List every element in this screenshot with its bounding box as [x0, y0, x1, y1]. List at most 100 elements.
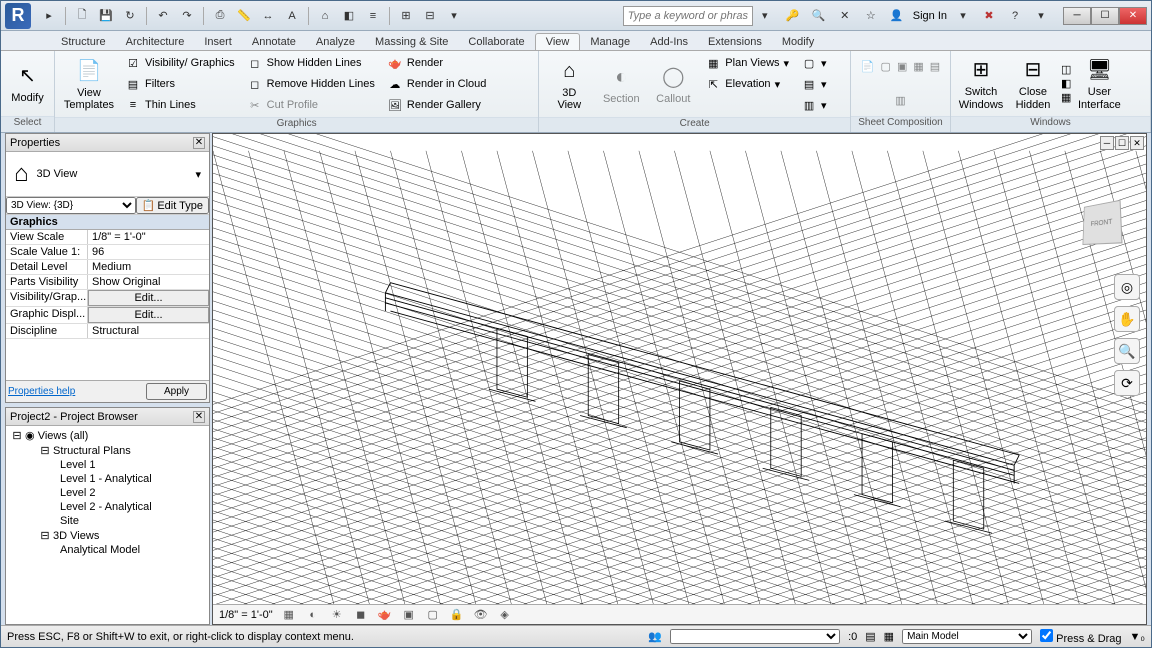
tree-item[interactable]: Analytical Model: [8, 543, 207, 557]
temp-hide-icon[interactable]: 👁: [473, 607, 489, 623]
edit-type-button[interactable]: 📋Edit Type: [136, 197, 209, 214]
undo-icon[interactable]: ↶: [153, 6, 173, 26]
tab-massing-site[interactable]: Massing & Site: [365, 34, 458, 50]
qat-dropdown-icon[interactable]: ▾: [444, 6, 464, 26]
orbit-icon[interactable]: ⟳: [1114, 370, 1140, 396]
elevation-button[interactable]: ⇱Elevation ▾: [701, 74, 793, 94]
view-min-icon[interactable]: ─: [1100, 136, 1114, 150]
3d-icon[interactable]: ⌂: [315, 6, 335, 26]
prop-row[interactable]: Parts VisibilityShow Original: [6, 275, 209, 290]
filters-button[interactable]: ▤Filters: [121, 74, 239, 94]
schedules-button[interactable]: ▥▾: [797, 95, 831, 115]
project-tree[interactable]: ⊟ ◉ Views (all)⊟ Structural PlansLevel 1…: [6, 426, 209, 624]
tab-architecture[interactable]: Architecture: [116, 34, 195, 50]
view-close-icon[interactable]: ✕: [1130, 136, 1144, 150]
sheet-icon[interactable]: 📄: [861, 60, 875, 73]
filter-status-icon[interactable]: ▼₀: [1130, 631, 1145, 643]
prop-row[interactable]: Visibility/Grap...Edit...: [6, 290, 209, 307]
properties-help-link[interactable]: Properties help: [8, 386, 75, 397]
user-interface-button[interactable]: 🖥 User Interface: [1075, 54, 1123, 114]
signin-label[interactable]: Sign In: [913, 10, 947, 22]
sync-icon[interactable]: ↻: [120, 6, 140, 26]
qat-new-icon[interactable]: 🗋: [72, 6, 92, 26]
press-drag-toggle[interactable]: Press & Drag: [1040, 629, 1121, 645]
exchange-apps-icon[interactable]: ✖: [979, 6, 999, 26]
prop-row[interactable]: View Scale1/8" = 1'-0": [6, 230, 209, 245]
type-selector-label[interactable]: 3D View: [37, 168, 188, 180]
remove-hidden-button[interactable]: ◻Remove Hidden Lines: [243, 74, 379, 94]
design-options-select[interactable]: Main Model: [902, 629, 1032, 644]
qat-open-icon[interactable]: ▸: [39, 6, 59, 26]
view-templates-button[interactable]: 📄 View Templates: [61, 54, 117, 114]
visibility-graphics-button[interactable]: ☑Visibility/ Graphics: [121, 53, 239, 73]
signin-dropdown-icon[interactable]: ▾: [953, 6, 973, 26]
scale-label[interactable]: 1/8" = 1'-0": [219, 609, 273, 621]
search-input[interactable]: [623, 6, 753, 26]
chevron-down-icon[interactable]: ▾: [195, 168, 201, 181]
section-icon[interactable]: ◧: [339, 6, 359, 26]
app-icon[interactable]: R: [5, 3, 31, 29]
tile-icon[interactable]: ▦: [1061, 91, 1071, 104]
print-icon[interactable]: ⎙: [210, 6, 230, 26]
panel-close-icon[interactable]: ✕: [193, 411, 205, 423]
help-icon[interactable]: ?: [1005, 6, 1025, 26]
crop-icon[interactable]: ▣: [401, 607, 417, 623]
tab-collaborate[interactable]: Collaborate: [458, 34, 534, 50]
prop-row[interactable]: DisciplineStructural: [6, 324, 209, 339]
tree-item[interactable]: Level 2 - Analytical: [8, 500, 207, 514]
tree-item[interactable]: ⊟ Structural Plans: [8, 443, 207, 458]
render-gallery-button[interactable]: 🖼Render Gallery: [383, 95, 491, 115]
detail-level-icon[interactable]: ▦: [281, 607, 297, 623]
tree-item[interactable]: ⊟ 3D Views: [8, 528, 207, 543]
zoom-icon[interactable]: 🔍: [1114, 338, 1140, 364]
switch-win-icon[interactable]: ⊟: [420, 6, 440, 26]
thin-lines-button[interactable]: ≡Thin Lines: [121, 95, 239, 115]
tree-item[interactable]: Site: [8, 514, 207, 528]
shadows-icon[interactable]: ◼: [353, 607, 369, 623]
search-dropdown-icon[interactable]: ▾: [755, 6, 775, 26]
dimension-icon[interactable]: ↔: [258, 6, 278, 26]
render-button[interactable]: 🫖Render: [383, 53, 491, 73]
reveal-icon[interactable]: ◈: [497, 607, 513, 623]
modify-tool[interactable]: ↖ Modify: [7, 54, 48, 114]
close-hidden-button[interactable]: ⊟ Close Hidden: [1009, 54, 1057, 114]
maximize-button[interactable]: ☐: [1091, 7, 1119, 25]
panel-close-icon[interactable]: ✕: [193, 137, 205, 149]
tree-item[interactable]: Level 2: [8, 486, 207, 500]
legends-button[interactable]: ▤▾: [797, 74, 831, 94]
tab-manage[interactable]: Manage: [580, 34, 640, 50]
crop-region-icon[interactable]: ▢: [425, 607, 441, 623]
lock-icon[interactable]: 🔒: [449, 607, 465, 623]
close-button[interactable]: ✕: [1119, 7, 1147, 25]
view-max-icon[interactable]: ☐: [1115, 136, 1129, 150]
thin-lines-icon[interactable]: ≡: [363, 6, 383, 26]
text-icon[interactable]: A: [282, 6, 302, 26]
viewcube[interactable]: FRONT: [1082, 200, 1122, 245]
cascade-icon[interactable]: ◧: [1061, 77, 1071, 90]
prop-row[interactable]: Scale Value 1:96: [6, 245, 209, 260]
3d-view-button[interactable]: ⌂ 3D View: [545, 54, 593, 114]
worksets-icon[interactable]: 👥: [648, 630, 662, 643]
tab-view[interactable]: View: [535, 33, 581, 50]
pan-icon[interactable]: ✋: [1114, 306, 1140, 332]
tree-item[interactable]: ⊟ ◉ Views (all): [8, 428, 207, 443]
instance-selector[interactable]: 3D View: {3D}: [6, 197, 136, 214]
tab-modify[interactable]: Modify: [772, 34, 824, 50]
save-icon[interactable]: 💾: [96, 6, 116, 26]
user-icon[interactable]: 👤: [887, 6, 907, 26]
tab-extensions[interactable]: Extensions: [698, 34, 772, 50]
show-hidden-button[interactable]: ◻Show Hidden Lines: [243, 53, 379, 73]
tree-item[interactable]: Level 1: [8, 458, 207, 472]
tab-add-ins[interactable]: Add-Ins: [640, 34, 698, 50]
replicate-icon[interactable]: ◫: [1061, 63, 1071, 76]
render-cloud-button[interactable]: ☁Render in Cloud: [383, 74, 491, 94]
tab-structure[interactable]: Structure: [51, 34, 116, 50]
redo-icon[interactable]: ↷: [177, 6, 197, 26]
tab-annotate[interactable]: Annotate: [242, 34, 306, 50]
plan-views-button[interactable]: ▦Plan Views ▾: [701, 53, 793, 73]
subscription-icon[interactable]: 🔍: [809, 6, 829, 26]
3d-viewport[interactable]: FRONT ─ ☐ ✕ ◎ ✋ 🔍 ⟳ 1/8" = 1'-0" ▦ ◐ ☀ ◼…: [212, 133, 1147, 625]
prop-row[interactable]: Detail LevelMedium: [6, 260, 209, 275]
tab-insert[interactable]: Insert: [194, 34, 242, 50]
switch-windows-button[interactable]: ⊞ Switch Windows: [957, 54, 1005, 114]
